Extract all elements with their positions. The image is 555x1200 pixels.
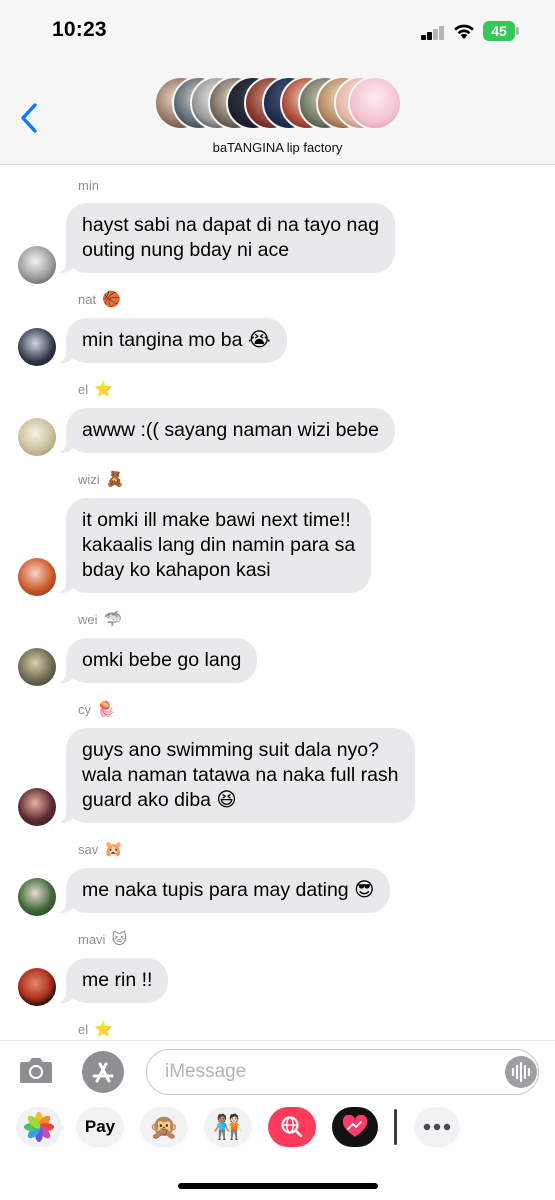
audio-message-button[interactable]	[505, 1056, 537, 1088]
search-images-app-icon[interactable]	[268, 1107, 316, 1147]
sender-avatar[interactable]	[18, 648, 56, 686]
more-apps-icon[interactable]	[414, 1107, 460, 1147]
member-avatar	[348, 76, 402, 130]
message-bubble[interactable]: omki bebe go lang	[55, 638, 258, 683]
sender-name: nat 🏀	[78, 291, 121, 308]
sender-name: wizi 🧸	[78, 471, 125, 488]
conversation-header: 10:23 45 baTANGINA lip factory	[0, 0, 555, 165]
message-bubble[interactable]: hayst sabi na dapat di na tayo nag outin…	[55, 203, 396, 273]
message-thread[interactable]: min hayst sabi na dapat di na tayo nag o…	[0, 166, 555, 1040]
group-chat-title[interactable]: baTANGINA lip factory	[0, 140, 555, 155]
compose-bar: Pay 🙊 🧑🏽‍🤝‍🧑🏻	[0, 1040, 555, 1200]
sender-name: el ⭐	[78, 1021, 113, 1038]
sender-emoji: 🏀	[102, 291, 121, 308]
sender-name: cy 🪼	[78, 701, 116, 718]
app-store-icon	[92, 1062, 114, 1083]
home-indicator[interactable]	[178, 1183, 378, 1189]
sender-avatar[interactable]	[18, 418, 56, 456]
message-bubble[interactable]: awww :(( sayang naman wizi bebe	[56, 408, 395, 453]
imessage-input[interactable]	[146, 1049, 539, 1095]
group-avatar-stack[interactable]	[154, 76, 404, 132]
sender-avatar[interactable]	[18, 246, 56, 284]
imessage-app-drawer: Pay 🙊 🧑🏽‍🤝‍🧑🏻	[0, 1107, 555, 1161]
waveform-icon	[511, 1061, 531, 1083]
wifi-icon	[454, 24, 474, 39]
status-time: 10:23	[52, 18, 107, 41]
heart-icon	[342, 1115, 368, 1137]
sender-name: sav 🐹	[78, 841, 123, 858]
app-store-button[interactable]	[82, 1051, 124, 1093]
sender-emoji: 🧸	[105, 471, 125, 488]
sender-emoji: 🐹	[104, 841, 123, 858]
message-bubble[interactable]: min tangina mo ba 😭	[56, 318, 287, 363]
message-bubble[interactable]: it omki ill make bawi next time!! kakaal…	[55, 498, 372, 593]
digital-touch-app-icon[interactable]	[332, 1107, 378, 1147]
sender-avatar[interactable]	[18, 788, 56, 826]
sender-name: mavi 🐱	[78, 931, 128, 948]
apple-pay-app-icon[interactable]: Pay	[76, 1107, 124, 1147]
photos-app-icon[interactable]	[16, 1107, 62, 1147]
message-bubble[interactable]: me rin !!	[55, 958, 169, 1003]
sender-emoji: 🐱	[111, 931, 128, 948]
sender-emoji: 🪼	[97, 701, 116, 718]
sender-name: el ⭐	[78, 381, 113, 398]
cellular-signal-icon	[421, 24, 447, 40]
message-bubble[interactable]: guys ano swimming suit dala nyo? wala na…	[56, 728, 415, 823]
battery-indicator: 45	[483, 21, 519, 41]
sender-avatar[interactable]	[18, 968, 56, 1006]
sender-avatar[interactable]	[18, 328, 56, 366]
message-bubble[interactable]: me naka tupis para may dating 😎	[55, 868, 391, 913]
camera-icon[interactable]	[18, 1055, 54, 1085]
back-chevron-icon[interactable]	[18, 101, 42, 135]
app-drawer-divider	[394, 1109, 397, 1145]
memoji-stickers-app-icon[interactable]: 🧑🏽‍🤝‍🧑🏻	[204, 1107, 252, 1147]
globe-search-icon	[281, 1116, 303, 1138]
sender-emoji: ⭐	[94, 381, 113, 398]
sender-name: wei 🦈	[78, 611, 123, 628]
sender-avatar[interactable]	[18, 558, 56, 596]
sender-avatar[interactable]	[18, 878, 56, 916]
sender-emoji: ⭐	[94, 1021, 113, 1038]
sender-name: min	[78, 178, 99, 193]
battery-level: 45	[483, 21, 515, 41]
memoji-monkey-app-icon[interactable]: 🙊	[140, 1107, 188, 1147]
sender-emoji: 🦈	[103, 611, 123, 628]
